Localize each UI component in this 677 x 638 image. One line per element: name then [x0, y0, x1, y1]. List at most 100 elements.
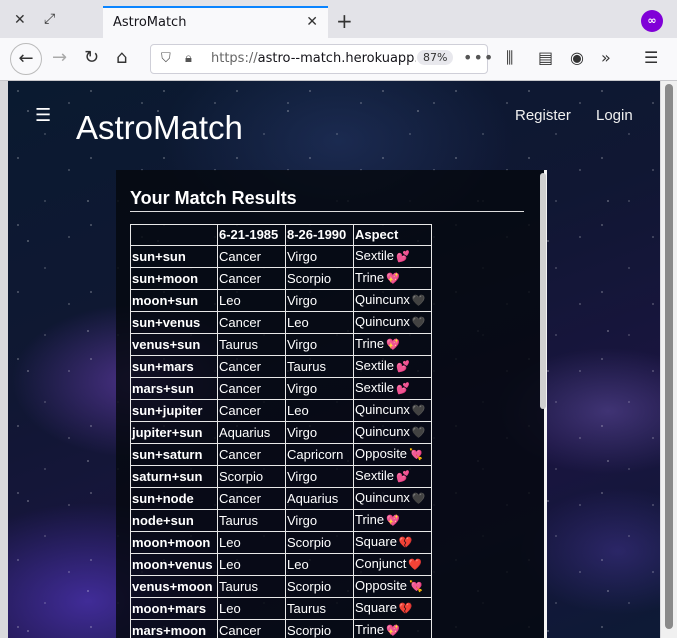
cell-aspect: Quincunx 🖤 [353, 487, 432, 510]
cell-sign-1: Cancer [217, 619, 286, 638]
cell-sign-1: Taurus [217, 509, 286, 532]
cell-sign-2: Scorpio [285, 575, 354, 598]
cell-sign-2: Virgo [285, 509, 354, 532]
cell-sign-1: Cancer [217, 245, 286, 268]
aspect-label: Opposite [355, 446, 408, 461]
tab-bar: ✕ ⤢ AstroMatch ✕ + ∞ [0, 0, 677, 39]
table-row: mars+moon Cancer Scorpio Trine 💖 [130, 619, 432, 638]
close-window-icon[interactable]: ✕ [14, 13, 26, 27]
cell-sign-1: Leo [217, 597, 286, 620]
page-viewport: ☰ AstroMatch Register Login Your Match R… [8, 81, 660, 638]
aspect-label: Trine [355, 270, 385, 285]
cell-sign-1: Leo [217, 553, 286, 576]
cell-aspect: Trine 💖 [353, 333, 432, 356]
table-row: venus+moon Taurus Scorpio Opposite 💘 [130, 575, 432, 598]
cell-pair: moon+venus [130, 553, 218, 576]
cell-sign-1: Cancer [217, 355, 286, 378]
back-button[interactable]: ← [10, 43, 42, 75]
heart-icon: 🖤 [411, 295, 426, 307]
aspect-label: Quincunx [355, 292, 410, 307]
login-link[interactable]: Login [596, 107, 633, 124]
page-scrollbar-thumb[interactable] [665, 84, 673, 629]
library-icon[interactable]: ⫼ [506, 48, 513, 68]
private-browsing-icon: ∞ [641, 10, 663, 32]
heart-icon: 🖤 [411, 493, 426, 505]
cell-pair: sun+moon [130, 267, 218, 290]
header-pair [130, 224, 218, 246]
cell-sign-2: Virgo [285, 333, 354, 356]
aspect-label: Square [355, 600, 397, 615]
shield-icon[interactable]: ⛉ [161, 51, 171, 66]
title-divider [130, 211, 524, 212]
table-row: moon+moon Leo Scorpio Square 💔 [130, 531, 432, 554]
sidebar-icon[interactable]: ▤ [538, 48, 553, 67]
overflow-icon[interactable]: » [601, 48, 611, 67]
heart-icon: 💖 [386, 339, 400, 351]
account-icon[interactable]: ◉ [570, 48, 584, 67]
cell-pair: sun+node [130, 487, 218, 510]
cell-pair: mars+sun [130, 377, 218, 400]
register-link[interactable]: Register [515, 107, 571, 124]
menu-icon[interactable]: ☰ [644, 48, 658, 67]
results-title: Your Match Results [130, 188, 297, 208]
new-tab-button[interactable]: + [336, 9, 353, 33]
lock-icon[interactable]: 🔒︎ [185, 51, 192, 66]
panel-scroll-thumb[interactable] [540, 173, 546, 409]
aspect-label: Sextile [355, 468, 395, 483]
cell-sign-1: Cancer [217, 443, 286, 466]
cell-pair: sun+saturn [130, 443, 218, 466]
cell-pair: sun+mars [130, 355, 218, 378]
reload-button[interactable]: ↻ [84, 47, 99, 68]
browser-chrome: ✕ ⤢ AstroMatch ✕ + ∞ ← → ↻ ⌂ ⛉ 🔒︎ https:… [0, 0, 677, 81]
aspect-label: Sextile [355, 358, 395, 373]
heart-icon: 💔 [398, 603, 413, 615]
page-scrollbar[interactable] [661, 81, 677, 638]
table-header-row: 6-21-1985 8-26-1990 Aspect [130, 224, 432, 246]
table-row: sun+sun Cancer Virgo Sextile 💕 [130, 245, 432, 268]
aspect-label: Quincunx [355, 424, 410, 439]
cell-pair: node+sun [130, 509, 218, 532]
url-bar[interactable]: ⛉ 🔒︎ https://astro--match.herokuapp.co 8… [150, 44, 493, 74]
zoom-level[interactable]: 87% [417, 50, 454, 65]
table-row: moon+mars Leo Taurus Square 💔 [130, 597, 432, 620]
cell-sign-2: Leo [285, 311, 354, 334]
table-row: moon+sun Leo Virgo Quincunx 🖤 [130, 289, 432, 312]
cell-aspect: Quincunx 🖤 [353, 399, 432, 422]
hamburger-menu-icon[interactable]: ☰ [35, 107, 51, 125]
aspect-label: Opposite [355, 578, 408, 593]
aspect-label: Conjunct [355, 556, 407, 571]
site-brand[interactable]: AstroMatch [76, 109, 243, 147]
forward-button[interactable]: → [52, 47, 67, 68]
cell-pair: sun+sun [130, 245, 218, 268]
cell-sign-1: Cancer [217, 399, 286, 422]
heart-icon: 💔 [398, 537, 413, 549]
cell-sign-2: Scorpio [285, 619, 354, 638]
cell-sign-2: Scorpio [285, 531, 354, 554]
fullscreen-icon[interactable]: ⤢ [44, 12, 55, 26]
url-scheme: https:// [211, 51, 258, 66]
cell-pair: moon+sun [130, 289, 218, 312]
nav-toolbar: ← → ↻ ⌂ ⛉ 🔒︎ https://astro--match.heroku… [0, 38, 677, 80]
cell-aspect: Quincunx 🖤 [353, 289, 432, 312]
results-table: 6-21-1985 8-26-1990 Aspect sun+sun Cancer… [130, 224, 432, 638]
table-row: jupiter+sun Aquarius Virgo Quincunx 🖤 [130, 421, 432, 444]
heart-icon: 💖 [386, 515, 400, 527]
cell-sign-2: Virgo [285, 245, 354, 268]
aspect-label: Sextile [355, 248, 395, 263]
header-date-1: 6-21-1985 [217, 224, 286, 246]
tab-astromatch[interactable]: AstroMatch ✕ [103, 6, 328, 39]
url-text[interactable]: https://astro--match.herokuapp.co [211, 51, 416, 66]
table-row: mars+sun Cancer Virgo Sextile 💕 [130, 377, 432, 400]
table-row: sun+venus Cancer Leo Quincunx 🖤 [130, 311, 432, 334]
cell-aspect: Quincunx 🖤 [353, 311, 432, 334]
results-panel: Your Match Results 6-21-1985 8-26-1990 A… [116, 170, 547, 638]
cell-sign-2: Leo [285, 399, 354, 422]
cell-pair: venus+sun [130, 333, 218, 356]
table-row: sun+node Cancer Aquarius Quincunx 🖤 [130, 487, 432, 510]
heart-icon: 💖 [386, 273, 400, 285]
page-actions-icon[interactable]: ••• [463, 48, 494, 67]
heart-icon: 💕 [396, 471, 410, 483]
home-button[interactable]: ⌂ [116, 47, 127, 68]
close-tab-icon[interactable]: ✕ [306, 14, 318, 30]
cell-pair: venus+moon [130, 575, 218, 598]
